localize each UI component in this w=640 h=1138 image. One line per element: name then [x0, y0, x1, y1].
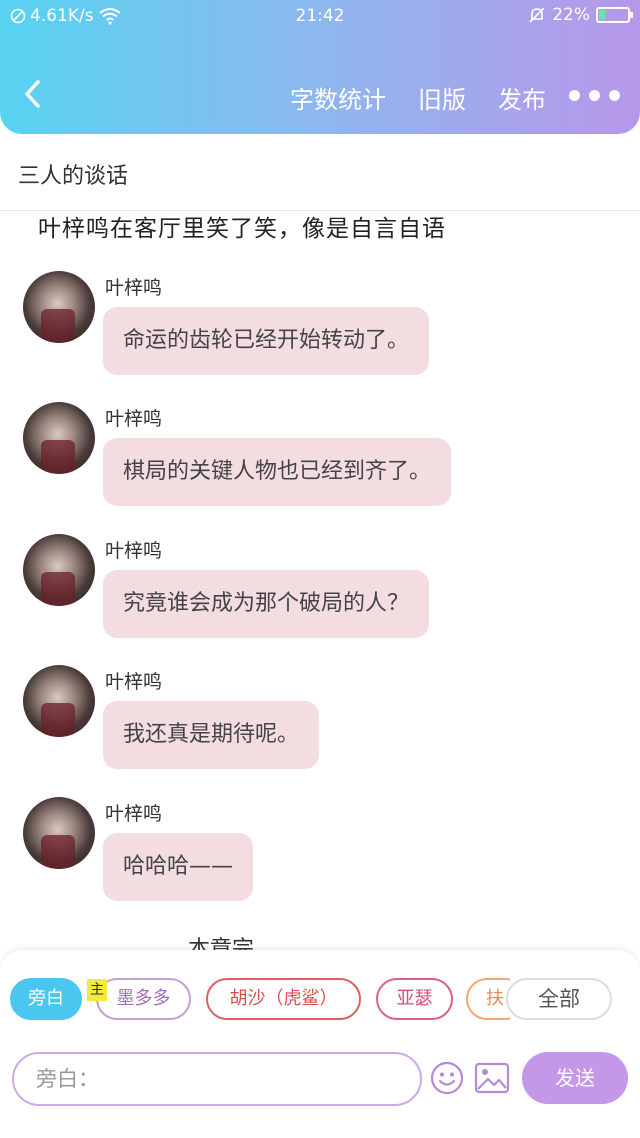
role-chips: 旁白 墨多多 胡沙（虎鲨） 亚瑟 扶 — [10, 978, 510, 1022]
message-input[interactable] — [12, 1052, 422, 1106]
app-screen: 4.61K/s 21:42 22% 字数统计 旧版 发布 三人的谈话 叶梓鸣在客… — [0, 0, 640, 1138]
status-right: 22% — [528, 5, 633, 25]
image-icon — [474, 1062, 510, 1094]
input-row: 发送 — [0, 1052, 640, 1108]
battery-fill — [599, 10, 605, 20]
old-version-button[interactable]: 旧版 — [418, 80, 466, 115]
back-button[interactable] — [18, 76, 48, 112]
speaker-name: 叶梓鸣 — [105, 277, 163, 299]
speaker-name: 叶梓鸣 — [105, 803, 163, 825]
role-chip-narration[interactable]: 旁白 — [10, 978, 82, 1020]
image-button[interactable] — [474, 1062, 510, 1094]
role-chip[interactable]: 墨多多 — [96, 978, 191, 1020]
chat-message[interactable]: 叶梓鸣 哈哈哈—— — [0, 797, 640, 922]
more-dot — [589, 90, 600, 101]
chevron-left-icon — [25, 80, 40, 108]
avatar[interactable] — [23, 271, 95, 343]
avatar[interactable] — [23, 665, 95, 737]
nav-actions: 字数统计 旧版 发布 — [290, 80, 546, 115]
speaker-name: 叶梓鸣 — [105, 671, 163, 693]
header: 4.61K/s 21:42 22% 字数统计 旧版 发布 — [0, 0, 640, 134]
publish-button[interactable]: 发布 — [498, 80, 546, 115]
main-role-tag: 主 — [87, 979, 107, 1001]
status-bar: 4.61K/s 21:42 22% — [0, 0, 640, 34]
message-bubble[interactable]: 究竟谁会成为那个破局的人？ — [103, 570, 430, 638]
chat-message[interactable]: 叶梓鸣 棋局的关键人物也已经到齐了。 — [0, 402, 640, 527]
emoji-button[interactable] — [430, 1061, 464, 1095]
more-button[interactable] — [569, 90, 620, 101]
chat-message[interactable]: 叶梓鸣 我还真是期待呢。 — [0, 665, 640, 790]
more-dot — [609, 90, 620, 101]
silent-bell-icon — [529, 7, 545, 23]
message-bubble[interactable]: 我还真是期待呢。 — [103, 701, 320, 769]
all-roles-button[interactable]: 全部 — [506, 978, 612, 1020]
role-chip[interactable]: 胡沙（虎鲨） — [206, 978, 361, 1020]
avatar[interactable] — [23, 534, 95, 606]
battery-percent: 22% — [552, 5, 590, 25]
send-button[interactable]: 发送 — [522, 1052, 628, 1104]
chapter-title[interactable]: 三人的谈话 — [18, 158, 128, 190]
role-chip[interactable]: 扶 — [466, 978, 510, 1020]
message-bubble[interactable]: 哈哈哈—— — [103, 833, 254, 901]
avatar[interactable] — [23, 797, 95, 869]
chapter-end-text: 本章完 — [188, 937, 255, 951]
message-bubble[interactable]: 棋局的关键人物也已经到齐了。 — [103, 438, 452, 506]
chat-area[interactable]: 叶梓鸣在客厅里笑了笑，像是自言自语 叶梓鸣 命运的齿轮已经开始转动了。 叶梓鸣 … — [0, 211, 640, 951]
more-dot — [569, 90, 580, 101]
role-chip[interactable]: 亚瑟 — [376, 978, 453, 1020]
chat-message[interactable]: 叶梓鸣 究竟谁会成为那个破局的人？ — [0, 534, 640, 659]
nav-bar: 字数统计 旧版 发布 — [0, 62, 640, 126]
chat-message[interactable]: 叶梓鸣 命运的齿轮已经开始转动了。 — [0, 271, 640, 396]
narration-line: 叶梓鸣在客厅里笑了笑，像是自言自语 — [38, 216, 446, 242]
emoji-smile-icon — [430, 1061, 464, 1095]
message-bubble[interactable]: 命运的齿轮已经开始转动了。 — [103, 307, 430, 375]
avatar[interactable] — [23, 402, 95, 474]
speaker-name: 叶梓鸣 — [105, 408, 163, 430]
word-count-button[interactable]: 字数统计 — [290, 80, 386, 115]
speaker-name: 叶梓鸣 — [105, 540, 163, 562]
battery-icon — [596, 7, 633, 23]
